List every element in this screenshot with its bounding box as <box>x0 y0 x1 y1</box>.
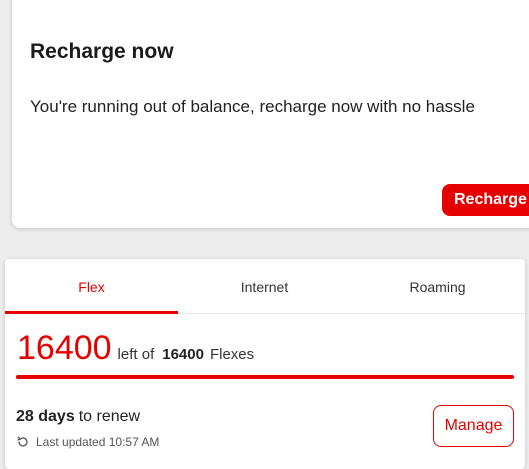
balance-row: 16400 left of 16400 Flexes <box>17 329 254 371</box>
renew-days: 28 days <box>16 408 75 425</box>
balance-total: 16400 <box>162 346 204 363</box>
last-updated: Last updated 10:57 AM <box>16 435 159 449</box>
active-tab-indicator <box>5 311 178 314</box>
recharge-title: Recharge now <box>30 40 174 63</box>
tab-flex[interactable]: Flex <box>5 259 178 314</box>
renew-label: to renew <box>78 408 141 425</box>
balance-left-of-label: left of <box>117 346 155 363</box>
recharge-card: Recharge now You're running out of balan… <box>12 0 529 228</box>
balance-value: 16400 <box>17 329 112 367</box>
tab-roaming[interactable]: Roaming <box>351 259 524 314</box>
balance-progress-fill <box>16 375 514 379</box>
recharge-description: You're running out of balance, recharge … <box>30 97 475 116</box>
manage-button[interactable]: Manage <box>433 405 514 447</box>
last-updated-text: Last updated 10:57 AM <box>36 435 160 449</box>
recharge-button[interactable]: Recharge <box>442 184 529 216</box>
plan-card: Flex Internet Roaming 16400 left of 1640… <box>5 259 525 469</box>
balance-unit: Flexes <box>209 346 255 363</box>
tab-internet[interactable]: Internet <box>178 259 351 314</box>
plan-tabs: Flex Internet Roaming <box>5 259 525 314</box>
balance-progress-bar <box>16 375 514 379</box>
renew-info: 28 days to renew <box>16 408 140 426</box>
refresh-icon <box>17 436 28 447</box>
